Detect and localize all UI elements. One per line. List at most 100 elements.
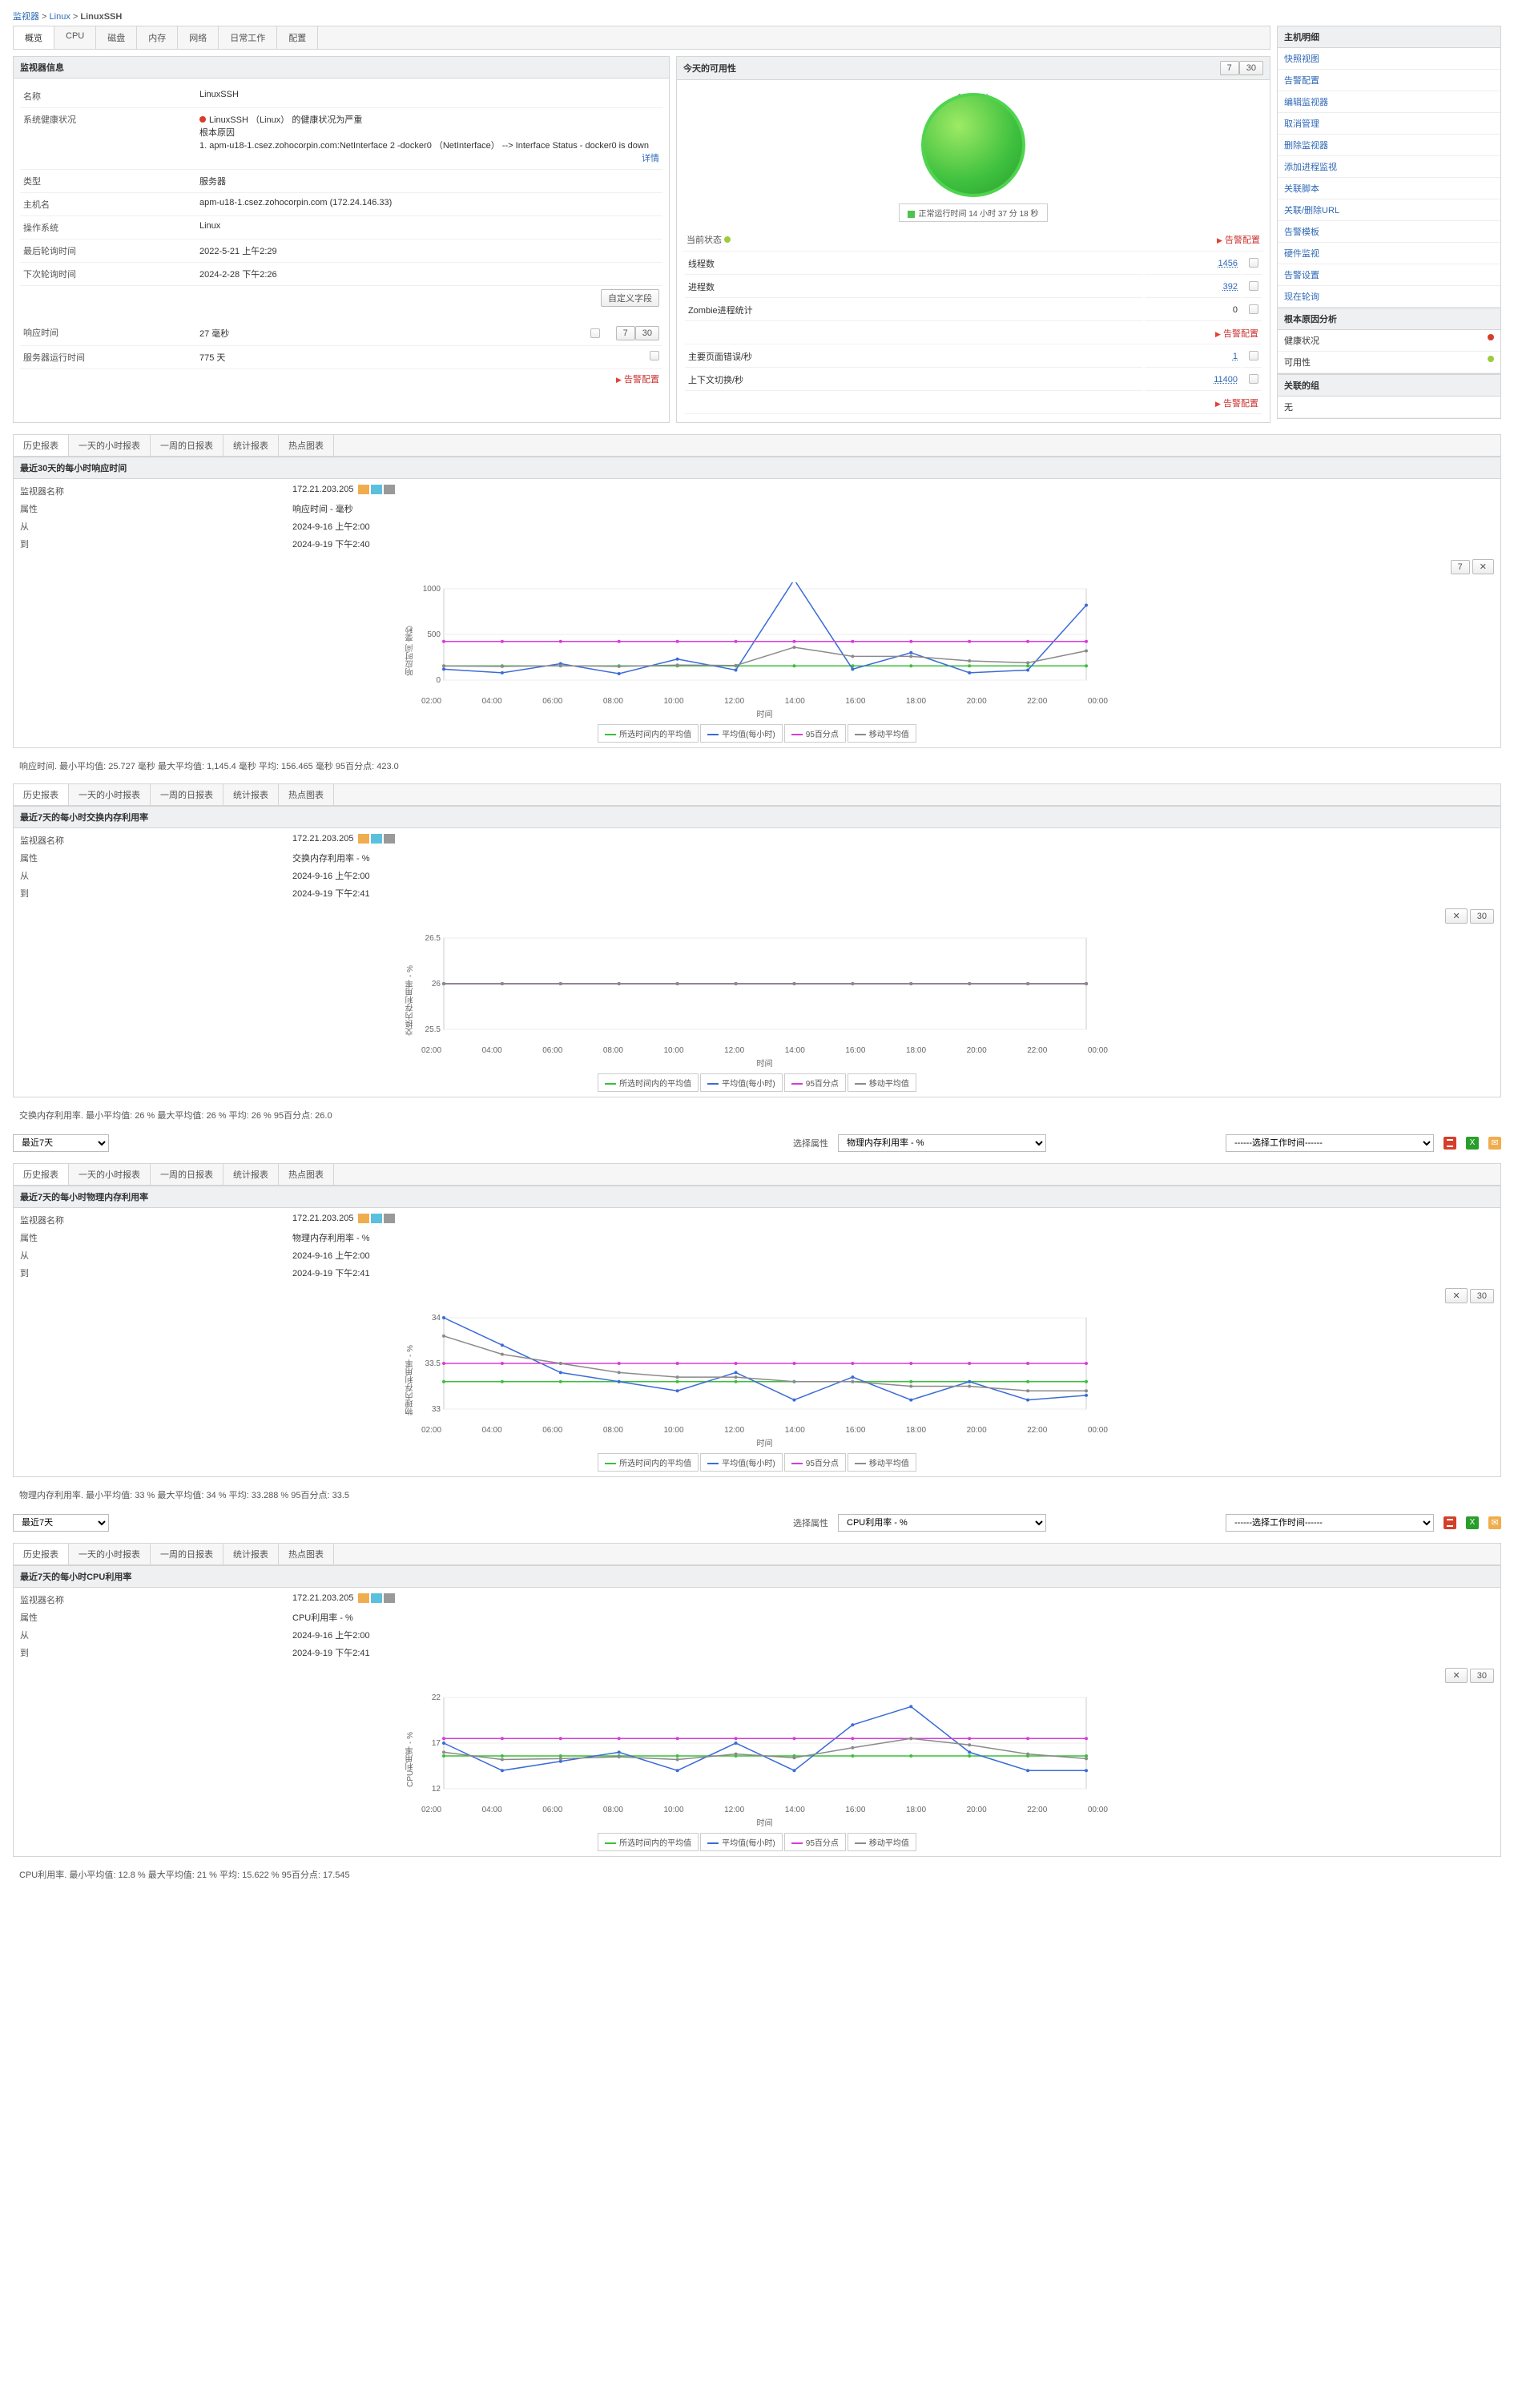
print-icon[interactable] bbox=[384, 485, 395, 494]
xls-icon[interactable] bbox=[1466, 1137, 1479, 1150]
export-icon[interactable] bbox=[371, 485, 382, 494]
breadcrumb-linux[interactable]: Linux bbox=[50, 12, 70, 22]
s2-attr-k: 属性 bbox=[20, 852, 292, 864]
tab-cpu[interactable]: CPU bbox=[54, 26, 96, 49]
s3-del-button[interactable]: ✕ bbox=[1445, 1288, 1467, 1303]
rtab-hour-4[interactable]: 一天的小时报表 bbox=[69, 1544, 151, 1564]
sidebar-item-hardware[interactable]: 硬件监视 bbox=[1278, 243, 1500, 264]
s2-mon-v: 172.21.203.205 bbox=[292, 834, 353, 844]
rtab-history-2[interactable]: 历史报表 bbox=[14, 784, 69, 805]
bookmark-icon[interactable] bbox=[358, 1593, 369, 1603]
rtab-hour-1[interactable]: 一天的小时报表 bbox=[69, 435, 151, 456]
breadcrumb-monitors[interactable]: 监视器 bbox=[13, 12, 39, 22]
ctx-chart-icon[interactable] bbox=[1249, 374, 1258, 384]
print-icon[interactable] bbox=[384, 834, 395, 844]
rtab-stat-1[interactable]: 统计报表 bbox=[223, 435, 279, 456]
s2-del-button[interactable]: ✕ bbox=[1445, 908, 1467, 924]
sidebar-item-edit[interactable]: 编辑监视器 bbox=[1278, 91, 1500, 113]
tab-network[interactable]: 网络 bbox=[178, 26, 219, 49]
resp-chart-icon[interactable] bbox=[590, 328, 600, 338]
pgflt-chart-icon[interactable] bbox=[1249, 351, 1258, 360]
attr-select-1[interactable]: 物理内存利用率 - % bbox=[838, 1134, 1046, 1152]
proc-value[interactable]: 392 bbox=[1223, 282, 1238, 292]
resp-30-button[interactable]: 30 bbox=[635, 326, 659, 340]
rtab-heat-4[interactable]: 热点图表 bbox=[279, 1544, 334, 1564]
tab-overview[interactable]: 概览 bbox=[14, 26, 54, 49]
uptime-chart-icon[interactable] bbox=[650, 351, 659, 360]
worktime-select-1[interactable]: ------选择工作时间------ bbox=[1226, 1134, 1434, 1152]
sidebar-item-url[interactable]: 关联/删除URL bbox=[1278, 199, 1500, 221]
rtab-stat-3[interactable]: 统计报表 bbox=[223, 1164, 279, 1185]
bookmark-icon[interactable] bbox=[358, 1214, 369, 1223]
rtab-history-1[interactable]: 历史报表 bbox=[14, 435, 69, 456]
s2-xlabel: 时间 bbox=[420, 1057, 1109, 1069]
tab-config[interactable]: 配置 bbox=[277, 26, 318, 49]
alarm-config-link-1[interactable]: 告警配置 bbox=[624, 375, 659, 385]
export-icon[interactable] bbox=[371, 1214, 382, 1223]
rtab-day-1[interactable]: 一周的日报表 bbox=[151, 435, 223, 456]
rtab-day-2[interactable]: 一周的日报表 bbox=[151, 784, 223, 805]
sidebar-item-addproc[interactable]: 添加进程监视 bbox=[1278, 156, 1500, 178]
attr-select-2[interactable]: CPU利用率 - % bbox=[838, 1514, 1046, 1532]
sidebar-item-snapshot[interactable]: 快照视图 bbox=[1278, 48, 1500, 70]
rtab-stat-2[interactable]: 统计报表 bbox=[223, 784, 279, 805]
xls-icon[interactable] bbox=[1466, 1516, 1479, 1529]
alarm-config-link-2[interactable]: 告警配置 bbox=[1225, 236, 1260, 245]
rtab-hour-3[interactable]: 一天的小时报表 bbox=[69, 1164, 151, 1185]
rtab-day-3[interactable]: 一周的日报表 bbox=[151, 1164, 223, 1185]
sidebar-item-delete[interactable]: 删除监视器 bbox=[1278, 135, 1500, 156]
sidebar-item-alarmtpl[interactable]: 告警模板 bbox=[1278, 221, 1500, 243]
rtab-heat-2[interactable]: 热点图表 bbox=[279, 784, 334, 805]
threads-value[interactable]: 1456 bbox=[1218, 259, 1238, 268]
avail-7-button[interactable]: 7 bbox=[1220, 61, 1239, 75]
period-select-1[interactable]: 最近7天 bbox=[13, 1134, 109, 1152]
rca-avail-icon bbox=[1488, 356, 1494, 362]
rtab-stat-4[interactable]: 统计报表 bbox=[223, 1544, 279, 1564]
ctx-value[interactable]: 11400 bbox=[1214, 375, 1238, 385]
s1-del-button[interactable]: ✕ bbox=[1472, 559, 1494, 574]
sidebar-item-alarmset[interactable]: 告警设置 bbox=[1278, 264, 1500, 286]
rtab-hour-2[interactable]: 一天的小时报表 bbox=[69, 784, 151, 805]
rtab-history-4[interactable]: 历史报表 bbox=[14, 1544, 69, 1564]
sidebar-item-alarmcfg[interactable]: 告警配置 bbox=[1278, 70, 1500, 91]
s1-7-button[interactable]: 7 bbox=[1451, 560, 1470, 574]
threads-chart-icon[interactable] bbox=[1249, 258, 1258, 268]
alarm-config-link-3[interactable]: 告警配置 bbox=[1223, 329, 1258, 339]
mail-icon[interactable] bbox=[1488, 1516, 1501, 1529]
pgflt-value[interactable]: 1 bbox=[1233, 352, 1238, 361]
export-icon[interactable] bbox=[371, 1593, 382, 1603]
avail-30-button[interactable]: 30 bbox=[1239, 61, 1263, 75]
s4-30-button[interactable]: 30 bbox=[1470, 1669, 1494, 1683]
proc-chart-icon[interactable] bbox=[1249, 281, 1258, 291]
bookmark-icon[interactable] bbox=[358, 834, 369, 844]
sidebar-header-groups: 关联的组 bbox=[1277, 374, 1501, 396]
export-icon[interactable] bbox=[371, 834, 382, 844]
tab-daily[interactable]: 日常工作 bbox=[219, 26, 277, 49]
rtab-history-3[interactable]: 历史报表 bbox=[14, 1164, 69, 1185]
print-icon[interactable] bbox=[384, 1593, 395, 1603]
period-select-2[interactable]: 最近7天 bbox=[13, 1514, 109, 1532]
tab-disk[interactable]: 磁盘 bbox=[96, 26, 137, 49]
rtab-heat-3[interactable]: 热点图表 bbox=[279, 1164, 334, 1185]
bookmark-icon[interactable] bbox=[358, 485, 369, 494]
zombie-chart-icon[interactable] bbox=[1249, 304, 1258, 314]
pdf-icon[interactable] bbox=[1444, 1137, 1456, 1150]
rtab-day-4[interactable]: 一周的日报表 bbox=[151, 1544, 223, 1564]
print-icon[interactable] bbox=[384, 1214, 395, 1223]
s2-30-button[interactable]: 30 bbox=[1470, 909, 1494, 924]
details-link[interactable]: 详情 bbox=[642, 154, 659, 163]
custom-fields-button[interactable]: 自定义字段 bbox=[601, 289, 659, 307]
pdf-icon[interactable] bbox=[1444, 1516, 1456, 1529]
rca-health-label: 健康状况 bbox=[1284, 334, 1319, 347]
worktime-select-2[interactable]: ------选择工作时间------ bbox=[1226, 1514, 1434, 1532]
sidebar-item-unmanage[interactable]: 取消管理 bbox=[1278, 113, 1500, 135]
sidebar-item-script[interactable]: 关联脚本 bbox=[1278, 178, 1500, 199]
sidebar-item-pollnow[interactable]: 现在轮询 bbox=[1278, 286, 1500, 308]
resp-7-button[interactable]: 7 bbox=[616, 326, 635, 340]
tab-memory[interactable]: 内存 bbox=[137, 26, 178, 49]
s3-30-button[interactable]: 30 bbox=[1470, 1289, 1494, 1303]
alarm-config-link-4[interactable]: 告警配置 bbox=[1223, 399, 1258, 409]
mail-icon[interactable] bbox=[1488, 1137, 1501, 1150]
s4-del-button[interactable]: ✕ bbox=[1445, 1668, 1467, 1683]
rtab-heat-1[interactable]: 热点图表 bbox=[279, 435, 334, 456]
